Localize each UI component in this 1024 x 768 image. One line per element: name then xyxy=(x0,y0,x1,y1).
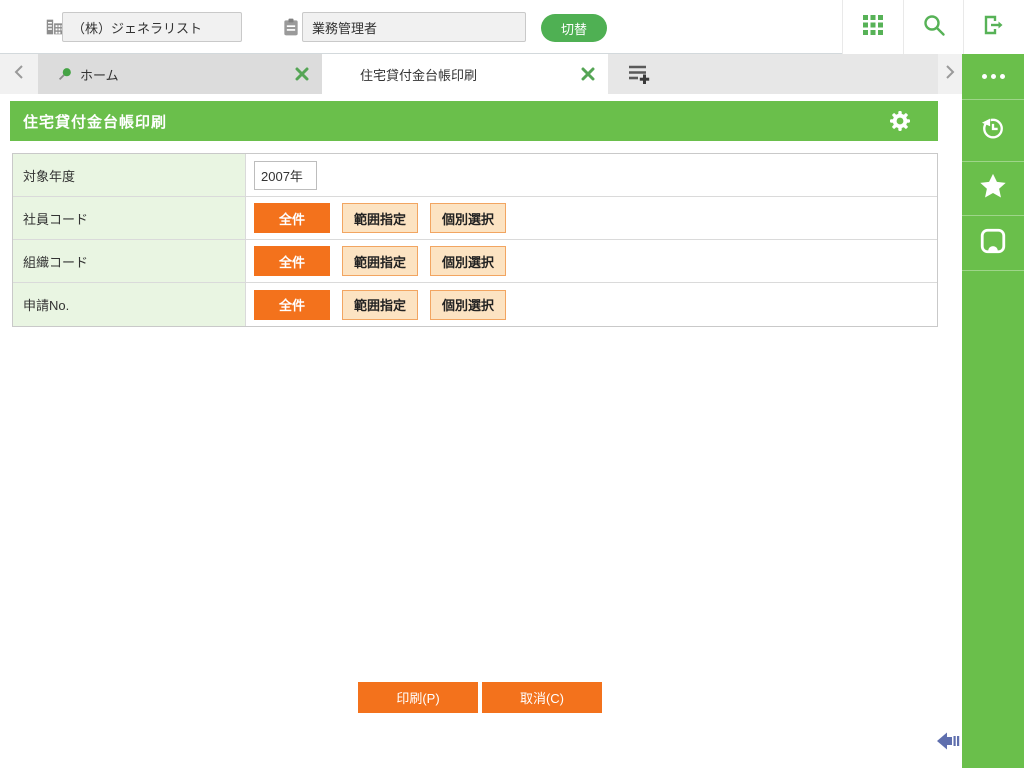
cancel-button[interactable]: 取消(C) xyxy=(482,682,602,713)
right-sidebar xyxy=(962,54,1024,768)
row-label: 対象年度 xyxy=(13,154,246,196)
tab-bar: ホーム 住宅貸付金台帳印刷 xyxy=(0,54,962,94)
tab-home[interactable]: ホーム xyxy=(38,54,322,94)
history-icon xyxy=(979,114,1007,147)
logout-button[interactable] xyxy=(963,0,1024,54)
form-row-application-no: 申請No. 全件 範囲指定 個別選択 xyxy=(13,283,937,326)
close-icon[interactable] xyxy=(581,67,595,81)
page-title: 住宅貸付金台帳印刷 xyxy=(23,113,168,131)
sidebar-item-more[interactable] xyxy=(962,54,1024,100)
search-icon xyxy=(922,13,946,42)
gear-icon[interactable] xyxy=(888,109,912,133)
top-bar: 切替 xyxy=(0,0,1024,54)
clipboard-icon xyxy=(281,16,301,43)
search-button[interactable] xyxy=(903,0,963,54)
employee-individual-button[interactable]: 個別選択 xyxy=(430,203,506,233)
tab-scroll-left-button[interactable] xyxy=(0,54,38,94)
sidebar-item-favorites[interactable] xyxy=(962,162,1024,216)
application-individual-button[interactable]: 個別選択 xyxy=(430,289,506,320)
tray-icon xyxy=(979,227,1007,260)
chevron-right-icon xyxy=(945,64,955,85)
company-input[interactable] xyxy=(62,12,242,42)
row-label: 社員コード xyxy=(13,197,246,239)
application-all-button[interactable]: 全件 xyxy=(254,289,330,320)
collapse-arrow-icon[interactable] xyxy=(936,729,962,753)
row-label: 組織コード xyxy=(13,240,246,282)
tab-home-label: ホーム xyxy=(80,67,119,83)
apps-grid-icon xyxy=(861,13,885,42)
apps-menu-button[interactable] xyxy=(842,0,903,54)
star-icon xyxy=(978,171,1008,206)
form-row-target-year: 対象年度 xyxy=(13,154,937,197)
print-condition-form: 対象年度 社員コード 全件 範囲指定 個別選択 組織コード 全件 範囲指定 個別… xyxy=(12,153,938,327)
app-window: 切替 xyxy=(0,0,1024,768)
more-icon xyxy=(981,74,1005,79)
logout-icon xyxy=(982,13,1006,42)
role-input[interactable] xyxy=(302,12,526,42)
close-icon[interactable] xyxy=(295,67,309,81)
page-header: 住宅貸付金台帳印刷 xyxy=(10,101,938,141)
row-label: 申請No. xyxy=(13,283,246,326)
print-button[interactable]: 印刷(P) xyxy=(358,682,478,713)
organization-range-button[interactable]: 範囲指定 xyxy=(342,246,418,276)
sidebar-item-tray[interactable] xyxy=(962,216,1024,271)
employee-range-button[interactable]: 範囲指定 xyxy=(342,203,418,233)
organization-all-button[interactable]: 全件 xyxy=(254,246,330,276)
tab-active-label: 住宅貸付金台帳印刷 xyxy=(360,67,478,83)
form-row-employee-code: 社員コード 全件 範囲指定 個別選択 xyxy=(13,197,937,240)
switch-button[interactable]: 切替 xyxy=(541,14,607,42)
chevron-left-icon xyxy=(14,64,24,85)
sidebar-item-history[interactable] xyxy=(962,100,1024,162)
form-row-organization-code: 組織コード 全件 範囲指定 個別選択 xyxy=(13,240,937,283)
employee-all-button[interactable]: 全件 xyxy=(254,203,330,233)
tab-active[interactable]: 住宅貸付金台帳印刷 xyxy=(322,54,608,94)
tab-scroll-right-button[interactable] xyxy=(938,54,962,94)
organization-individual-button[interactable]: 個別選択 xyxy=(430,246,506,276)
application-range-button[interactable]: 範囲指定 xyxy=(342,289,418,320)
target-year-input[interactable] xyxy=(254,160,317,190)
pin-icon[interactable] xyxy=(56,65,74,83)
add-tab-icon[interactable] xyxy=(626,61,652,87)
